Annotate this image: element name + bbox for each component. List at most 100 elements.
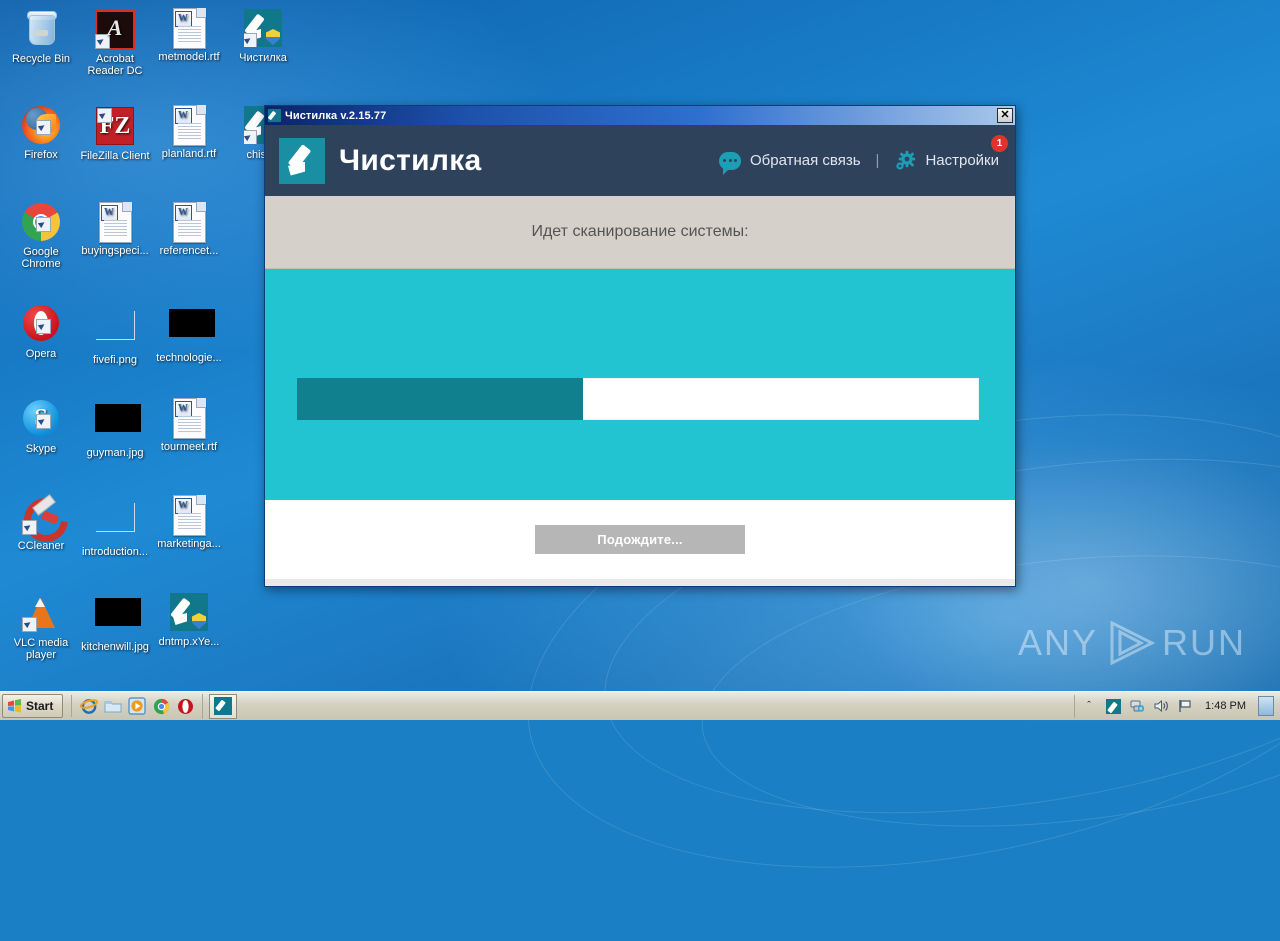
feedback-button[interactable]: Обратная связь: [719, 151, 861, 175]
windows-explorer-icon[interactable]: [102, 695, 124, 717]
icon-label: planland.rtf: [161, 148, 217, 160]
desktop-icon-vlc-media-player[interactable]: VLC media player: [4, 592, 78, 661]
window-footer: Подождите...: [265, 500, 1015, 579]
desktop-icon-fivefi-png[interactable]: fivefi.png: [78, 303, 152, 366]
desktop-icon-google-chrome[interactable]: Google Chrome: [4, 202, 78, 270]
taskbar-task-list: [202, 693, 238, 719]
icon-label: kitchenwill.jpg: [81, 641, 149, 653]
settings-label: Настройки: [925, 152, 999, 169]
start-button[interactable]: Start: [2, 694, 64, 718]
desktop-icon-guyman-jpg[interactable]: guyman.jpg: [78, 398, 152, 459]
progress-bar-fill: [297, 378, 584, 420]
opera-icon: [21, 305, 61, 345]
icon-label: introduction...: [81, 546, 149, 558]
desktop-icon-metmodel-rtf[interactable]: W metmodel.rtf: [152, 8, 226, 63]
icon-label: metmodel.rtf: [158, 51, 220, 63]
recycle-bin-icon: [21, 10, 61, 50]
firefox-icon: [21, 106, 61, 146]
icon-label: Recycle Bin: [11, 53, 71, 65]
image-file-icon: [95, 404, 141, 444]
brush-logo-icon: [279, 137, 325, 184]
close-icon[interactable]: ✕: [997, 108, 1013, 123]
opera-icon[interactable]: [174, 695, 196, 717]
icon-label: technologie...: [156, 352, 222, 364]
icon-label: Google Chrome: [21, 246, 61, 270]
word-document-icon: W: [169, 105, 209, 146]
icon-label: VLC media player: [13, 637, 69, 661]
brush-icon: [214, 697, 233, 715]
taskbar-item-chistilka[interactable]: [209, 693, 238, 719]
nav-separator: |: [875, 152, 880, 169]
chistilka-icon: [243, 9, 283, 49]
show-desktop-button[interactable]: [1258, 696, 1274, 716]
desktop-icon-planland-rtf[interactable]: W planland.rtf: [152, 105, 226, 160]
desktop-icon-ccleaner[interactable]: CCleaner: [4, 489, 78, 552]
desktop-icon-grid: Recycle Bin Acrobat Reader DC W metmodel…: [0, 0, 287, 690]
ccleaner-icon: [15, 489, 77, 551]
word-document-icon: W: [169, 202, 209, 243]
media-player-icon[interactable]: [126, 695, 148, 717]
icon-label: Opera: [25, 348, 57, 360]
desktop-icon-recycle-bin[interactable]: Recycle Bin: [4, 8, 78, 65]
brush-icon: [268, 109, 281, 122]
word-document-icon: W: [169, 495, 209, 536]
scan-status-band: Идет сканирование системы:: [265, 196, 1015, 269]
desktop-icon-filezilla[interactable]: FZ FileZilla Client: [78, 105, 152, 162]
desktop-icon-skype[interactable]: Skype: [4, 398, 78, 455]
speech-bubble-icon: [719, 151, 742, 175]
desktop-icon-acrobat-reader[interactable]: Acrobat Reader DC: [78, 8, 152, 77]
clock[interactable]: 1:48 PM: [1205, 700, 1246, 712]
icon-label: guyman.jpg: [86, 447, 144, 459]
word-document-icon: W: [169, 8, 209, 49]
icon-label: fivefi.png: [92, 354, 138, 366]
start-label: Start: [26, 699, 54, 713]
window-title: Чистилка v.2.15.77: [285, 109, 387, 122]
acrobat-icon: [95, 10, 135, 50]
desktop-icon-dntmp[interactable]: dntmp.xYe...: [152, 592, 226, 648]
image-file-icon: [95, 598, 141, 638]
header-nav: Обратная связь | Настройки: [719, 150, 999, 175]
app-name: Чистилка: [339, 143, 482, 177]
icon-label: marketinga...: [157, 538, 221, 550]
chistilka-tray-icon[interactable]: [1105, 698, 1121, 714]
icon-label: tourmeet.rtf: [160, 441, 218, 453]
desktop-icon-introduction[interactable]: introduction...: [78, 495, 152, 558]
chrome-icon: [21, 203, 61, 243]
word-document-icon: W: [95, 202, 135, 243]
flag-icon[interactable]: [1177, 698, 1193, 714]
image-file-icon: [169, 309, 215, 349]
network-icon[interactable]: [1129, 698, 1145, 714]
settings-button[interactable]: Настройки: [894, 150, 999, 172]
desktop-icon-technologie[interactable]: technologie...: [152, 303, 226, 364]
word-document-icon: W: [169, 398, 209, 439]
desktop-icon-opera[interactable]: Opera: [4, 303, 78, 360]
icon-label: Firefox: [24, 149, 58, 161]
feedback-label: Обратная связь: [750, 152, 861, 169]
progress-bar-track: [297, 378, 979, 420]
desktop-icon-referencet[interactable]: W referencet...: [152, 202, 226, 257]
chrome-icon[interactable]: [150, 695, 172, 717]
desktop-icon-buyingspeci[interactable]: W buyingspeci...: [78, 202, 152, 257]
status-badge: 1: [991, 135, 1008, 152]
image-file-icon: [95, 311, 135, 351]
desktop-icon-chistilka[interactable]: Чистилка: [226, 8, 300, 64]
gear-icon: [894, 150, 916, 172]
desktop-icon-tourmeet-rtf[interactable]: W tourmeet.rtf: [152, 398, 226, 453]
desktop-icon-kitchenwill-jpg[interactable]: kitchenwill.jpg: [78, 592, 152, 653]
vlc-icon: [21, 594, 61, 634]
taskbar: Start ˆ 1:48 PM: [0, 691, 1280, 720]
scan-status-text: Идет сканирование системы:: [531, 223, 749, 240]
icon-label: Acrobat Reader DC: [87, 53, 143, 77]
icon-label: Чистилка: [239, 52, 287, 64]
app-header: Чистилка Обратная связь | Настройки 1: [265, 125, 1015, 196]
internet-explorer-icon[interactable]: [78, 695, 100, 717]
quick-launch-bar: [71, 695, 196, 717]
desktop-icon-firefox[interactable]: Firefox: [4, 105, 78, 161]
wait-button[interactable]: Подождите...: [535, 525, 745, 554]
skype-icon: [21, 400, 61, 440]
desktop-icon-marketinga[interactable]: W marketinga...: [152, 495, 226, 550]
volume-icon[interactable]: [1153, 698, 1169, 714]
tray-overflow-button[interactable]: ˆ: [1081, 698, 1097, 714]
icon-label: referencet...: [159, 245, 219, 257]
window-titlebar[interactable]: Чистилка v.2.15.77 ✕: [265, 106, 1015, 125]
